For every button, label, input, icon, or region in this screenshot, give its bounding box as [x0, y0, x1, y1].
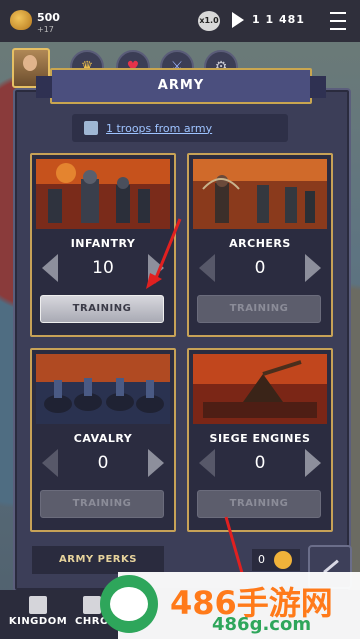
infantry-artwork: [36, 159, 170, 229]
unit-card-siege-engines: SIEGE ENGINES 0 TRAINING: [187, 348, 333, 532]
unit-card-cavalry: CAVALRY 0 TRAINING: [30, 348, 176, 532]
scroll-icon: [83, 596, 101, 614]
cavalry-training-button[interactable]: TRAINING: [40, 490, 164, 518]
perk-coin-icon: [274, 551, 292, 569]
unit-name: INFANTRY: [70, 237, 136, 250]
unit-name: SIEGE ENGINES: [209, 432, 311, 445]
archers-artwork: [193, 159, 327, 229]
watermark-logo-icon: [100, 575, 158, 633]
menu-icon[interactable]: [330, 12, 346, 30]
cavalry-artwork: [36, 354, 170, 424]
increase-arrow-icon[interactable]: [148, 449, 164, 477]
gold-amount: 500: [37, 11, 60, 24]
increase-arrow-icon[interactable]: [148, 254, 164, 282]
increase-arrow-icon[interactable]: [305, 449, 321, 477]
watermark-domain: 486g.com: [212, 614, 312, 635]
increase-arrow-icon[interactable]: [305, 254, 321, 282]
panel-title: ARMY: [36, 68, 326, 104]
nav-kingdom[interactable]: KINGDOM: [6, 590, 70, 639]
army-perks-button[interactable]: ARMY PERKS: [32, 546, 164, 574]
perk-counter-value: 0: [258, 553, 265, 566]
siege-engines-training-button[interactable]: TRAINING: [197, 490, 321, 518]
play-icon[interactable]: [232, 12, 244, 28]
troop-icon: [84, 121, 98, 135]
unit-name: ARCHERS: [229, 237, 291, 250]
game-date: 1 1 481: [252, 13, 305, 26]
castle-icon: [29, 596, 47, 614]
speed-button[interactable]: x1.0: [198, 11, 220, 31]
siege-engines-artwork: [193, 354, 327, 424]
unit-card-infantry: INFANTRY 10 TRAINING: [30, 153, 176, 337]
gold-income: +17: [37, 25, 54, 34]
top-bar: 500 +17 x1.0 1 1 481: [0, 0, 360, 42]
unit-name: CAVALRY: [73, 432, 133, 445]
troops-info-bar[interactable]: 1 troops from army: [72, 114, 288, 142]
troops-from-army-link[interactable]: 1 troops from army: [106, 122, 212, 135]
gold-coin-icon: [10, 10, 32, 30]
archers-training-button[interactable]: TRAINING: [197, 295, 321, 323]
infantry-training-button[interactable]: TRAINING: [40, 295, 164, 323]
unit-card-archers: ARCHERS 0 TRAINING: [187, 153, 333, 337]
